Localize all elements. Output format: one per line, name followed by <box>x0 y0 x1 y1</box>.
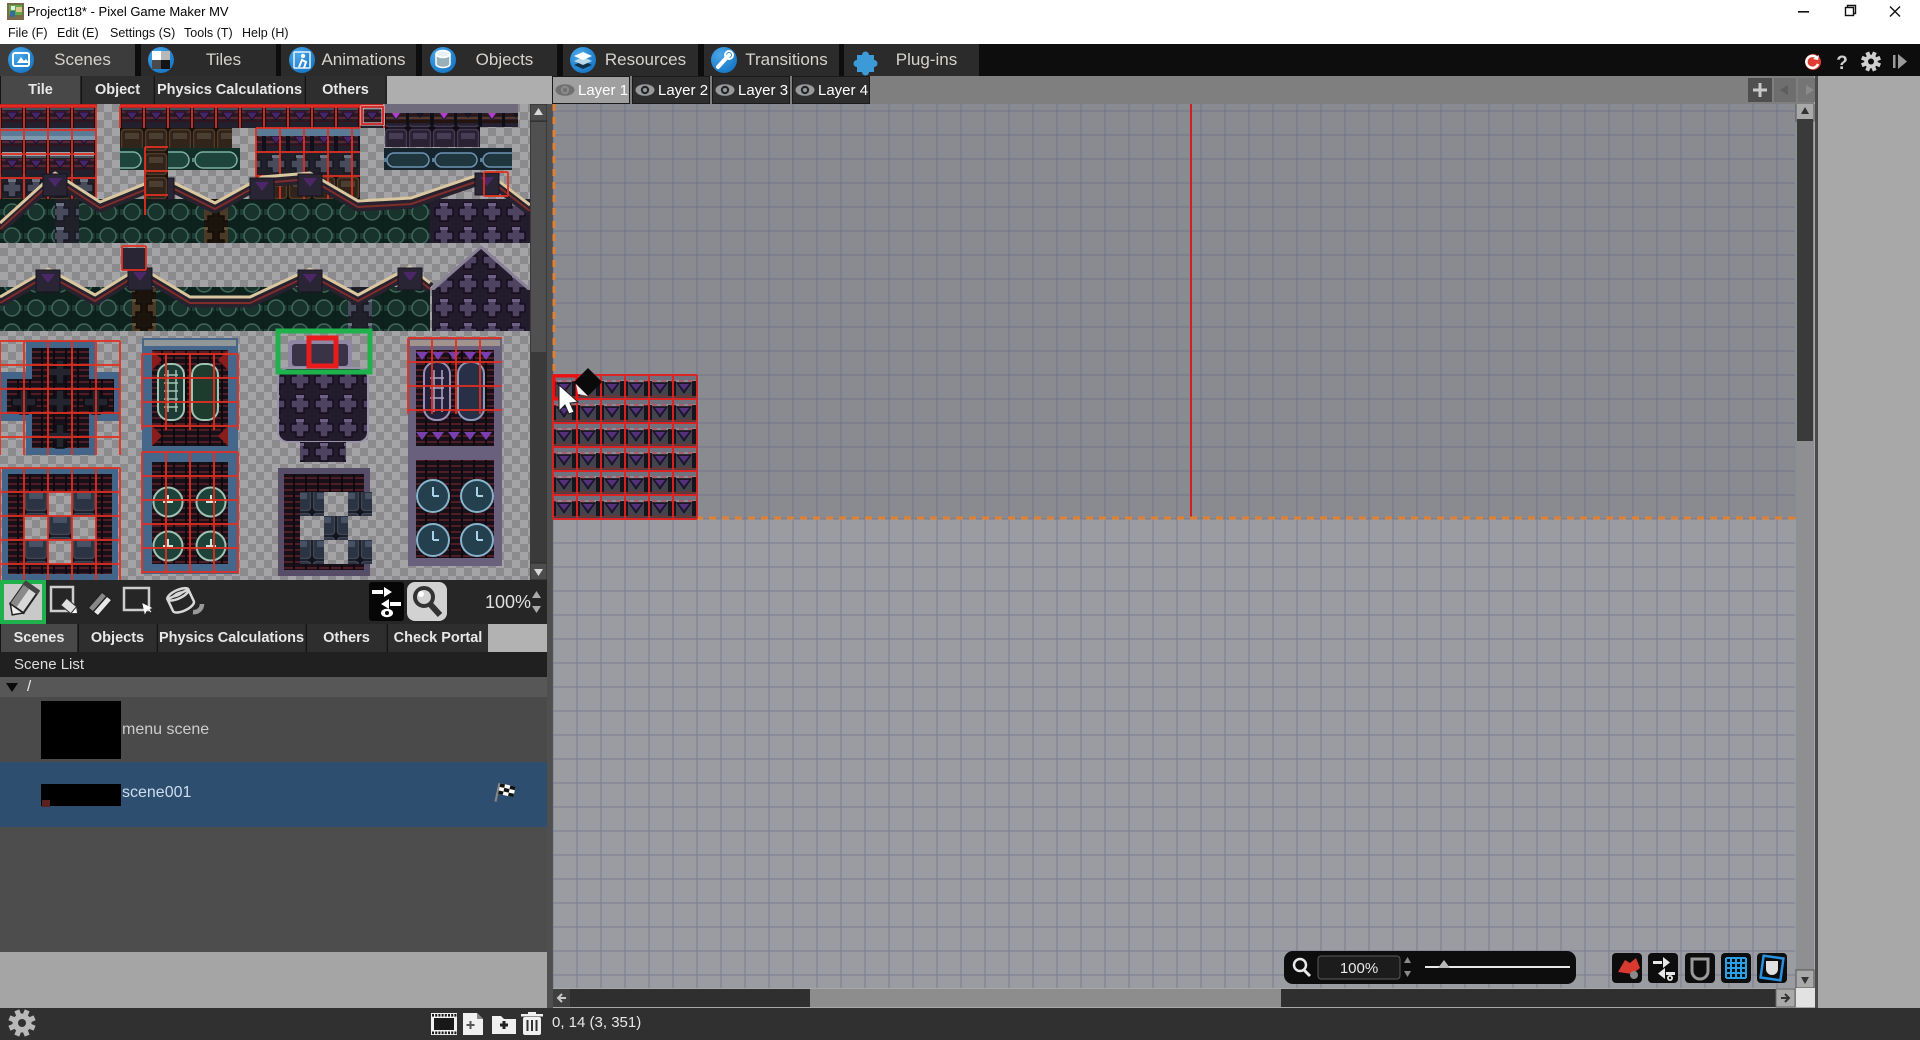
svg-text:100%: 100% <box>1340 960 1378 977</box>
svg-text:100%: 100% <box>485 592 531 612</box>
svg-text:?: ? <box>1836 53 1848 74</box>
